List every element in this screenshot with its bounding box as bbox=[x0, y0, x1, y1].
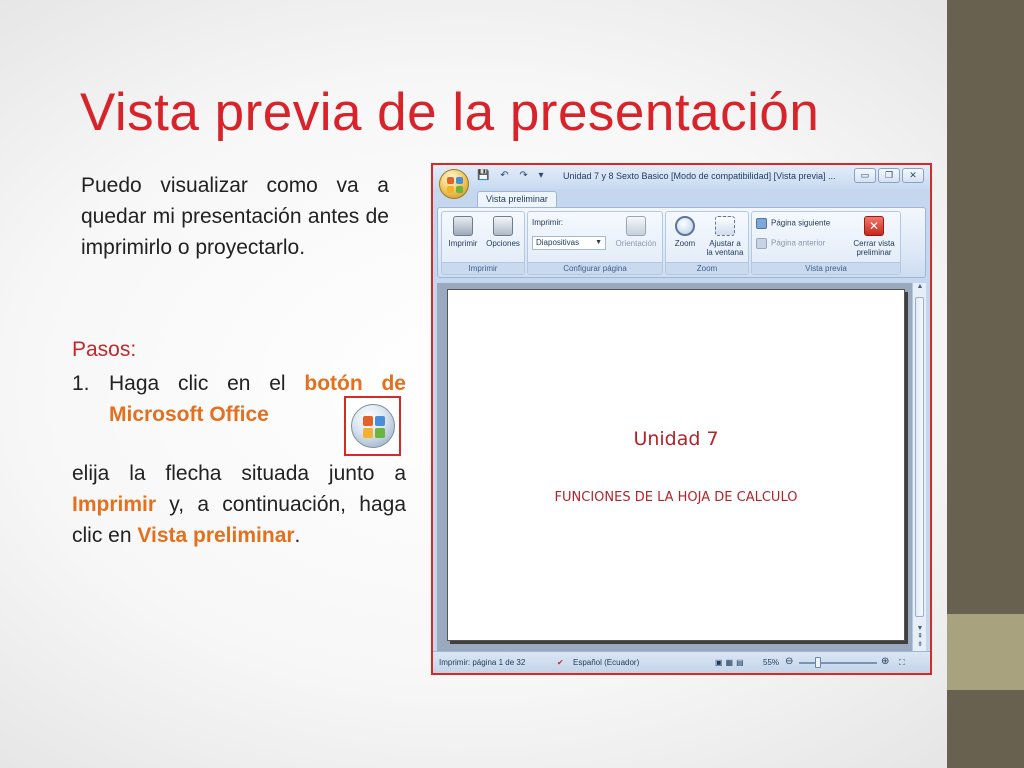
steps-label: Pasos: bbox=[72, 338, 137, 361]
orientation-icon bbox=[626, 216, 646, 236]
para-text-1: elija la flecha situada junto a bbox=[72, 462, 406, 485]
group-name-configurar: Configurar página bbox=[528, 262, 662, 274]
preview-page-subtitle: FUNCIONES DE LA HOJA DE CALCULO bbox=[554, 490, 798, 505]
office-logo-icon bbox=[447, 177, 463, 193]
spellcheck-icon[interactable]: ✔ bbox=[557, 658, 564, 667]
fit-label-2: la ventana bbox=[706, 248, 744, 257]
para-highlight-vista-preliminar: Vista preliminar bbox=[137, 524, 295, 547]
print-what-label: Imprimir: bbox=[532, 218, 564, 227]
slide-title: Vista previa de la presentación bbox=[80, 83, 820, 142]
office-button-image bbox=[344, 396, 401, 456]
print-what-select[interactable]: Diapositivas ▼ bbox=[532, 236, 606, 250]
options-button[interactable]: Opciones bbox=[483, 216, 523, 248]
decorative-band-light bbox=[947, 614, 1024, 690]
language-indicator[interactable]: Español (Ecuador) bbox=[573, 658, 639, 667]
chevron-down-icon: ▼ bbox=[595, 239, 602, 246]
step-text-before: Haga clic en el bbox=[109, 372, 305, 395]
fit-slide-icon[interactable]: ⛶ bbox=[899, 658, 905, 668]
scroll-thumb[interactable] bbox=[915, 297, 924, 617]
next-page-icon bbox=[756, 218, 767, 229]
scroll-down-icon[interactable]: ▼ ⇞ ⇟ bbox=[913, 625, 927, 649]
fit-window-button[interactable]: Ajustar a la ventana bbox=[702, 216, 748, 257]
scroll-up-icon[interactable]: ▲ bbox=[913, 283, 927, 295]
close-preview-icon: ✕ bbox=[864, 216, 884, 236]
zoom-label: Zoom bbox=[674, 239, 696, 248]
ribbon-tabs: Vista preliminar bbox=[433, 189, 930, 207]
magnifier-icon bbox=[675, 216, 695, 236]
group-imprimir: Imprimir Opciones Imprimir bbox=[441, 211, 525, 275]
tab-vista-preliminar[interactable]: Vista preliminar bbox=[477, 191, 557, 207]
close-preview-label-1: Cerrar vista bbox=[853, 239, 895, 248]
para-text-3: . bbox=[294, 524, 301, 547]
view-buttons[interactable]: ▣▦▤ bbox=[715, 658, 747, 667]
next-page-button[interactable]: Página siguiente bbox=[756, 218, 830, 229]
window-controls: ▭ ❐ ✕ bbox=[854, 168, 924, 183]
print-button[interactable]: Imprimir bbox=[445, 216, 481, 248]
fit-window-icon bbox=[715, 216, 735, 236]
printer-icon bbox=[453, 216, 473, 236]
preview-page-title: Unidad 7 bbox=[633, 428, 719, 450]
office-logo-icon bbox=[362, 416, 385, 438]
zoom-out-icon[interactable]: ⊖ bbox=[785, 656, 793, 667]
instruction-paragraph: elija la flecha situada junto a Imprimir… bbox=[72, 458, 406, 551]
minimize-button[interactable]: ▭ bbox=[854, 168, 876, 183]
office-orb-icon bbox=[350, 404, 395, 448]
status-bar: Imprimir: página 1 de 32 ✔ Español (Ecua… bbox=[433, 651, 930, 673]
orientation-label: Orientación bbox=[615, 239, 657, 248]
group-zoom: Zoom Ajustar a la ventana Zoom bbox=[665, 211, 749, 275]
zoom-slider-track[interactable] bbox=[799, 662, 877, 664]
restore-button[interactable]: ❐ bbox=[878, 168, 900, 183]
prev-page-label: Página anterior bbox=[771, 238, 826, 248]
window-title: Unidad 7 y 8 Sexto Basico [Modo de compa… bbox=[563, 171, 836, 181]
close-preview-button[interactable]: ✕ Cerrar vista preliminar bbox=[848, 216, 900, 257]
intro-paragraph: Puedo visualizar como va a quedar mi pre… bbox=[81, 174, 389, 259]
zoom-in-icon[interactable]: ⊕ bbox=[881, 656, 889, 667]
ribbon: Imprimir Opciones Imprimir Imprimir: Dia… bbox=[437, 207, 926, 278]
zoom-slider-knob[interactable] bbox=[815, 657, 821, 668]
zoom-level[interactable]: 55% bbox=[763, 658, 779, 667]
window-titlebar: 💾 ↶ ↷ ▾ Unidad 7 y 8 Sexto Basico [Modo … bbox=[433, 165, 930, 199]
orientation-button[interactable]: Orientación bbox=[612, 216, 660, 248]
prev-page-button[interactable]: Página anterior bbox=[756, 238, 825, 249]
options-label: Opciones bbox=[486, 239, 520, 248]
preview-workarea: Unidad 7 FUNCIONES DE LA HOJA DE CALCULO… bbox=[437, 283, 926, 651]
zoom-button[interactable]: Zoom bbox=[669, 216, 701, 248]
page-info: Imprimir: página 1 de 32 bbox=[439, 658, 526, 667]
group-configurar-pagina: Imprimir: Diapositivas ▼ Orientación Con… bbox=[527, 211, 663, 275]
para-highlight-imprimir: Imprimir bbox=[72, 493, 157, 516]
vertical-scrollbar[interactable]: ▲ ▼ ⇞ ⇟ bbox=[912, 283, 926, 651]
preview-page: Unidad 7 FUNCIONES DE LA HOJA DE CALCULO bbox=[447, 289, 905, 641]
quick-access-toolbar[interactable]: 💾 ↶ ↷ ▾ bbox=[477, 170, 548, 181]
group-name-imprimir: Imprimir bbox=[442, 262, 524, 274]
print-label: Imprimir bbox=[448, 239, 478, 248]
group-name-vista-previa: Vista previa bbox=[752, 262, 900, 274]
print-what-value: Diapositivas bbox=[536, 238, 580, 247]
step-number: 1. bbox=[72, 372, 90, 395]
office-button[interactable] bbox=[439, 169, 469, 199]
close-preview-label-2: preliminar bbox=[856, 248, 892, 257]
next-page-label: Página siguiente bbox=[771, 218, 831, 228]
options-icon bbox=[493, 216, 513, 236]
print-preview-screenshot: 💾 ↶ ↷ ▾ Unidad 7 y 8 Sexto Basico [Modo … bbox=[431, 163, 932, 675]
prev-page-icon bbox=[756, 238, 767, 249]
group-name-zoom: Zoom bbox=[666, 262, 748, 274]
fit-label-1: Ajustar a bbox=[709, 239, 741, 248]
group-vista-previa: Página siguiente Página anterior ✕ Cerra… bbox=[751, 211, 901, 275]
close-window-button[interactable]: ✕ bbox=[902, 168, 924, 183]
